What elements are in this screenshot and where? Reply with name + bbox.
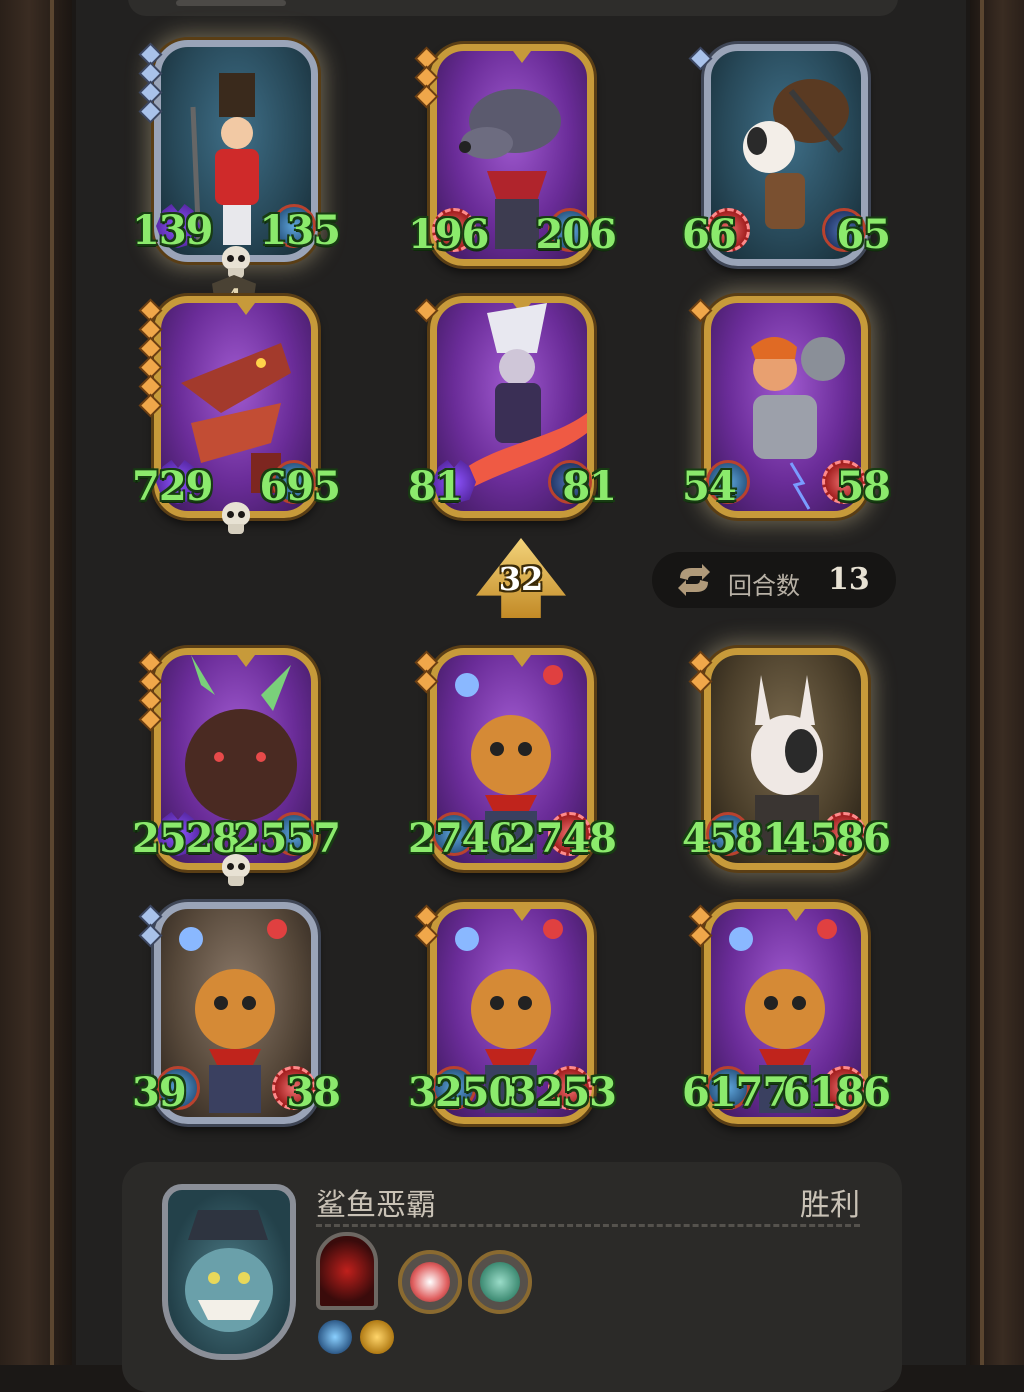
star-rank bbox=[141, 907, 160, 945]
health-value: 695 bbox=[259, 463, 341, 510]
star-rank bbox=[417, 49, 436, 106]
skull-icon bbox=[216, 852, 256, 892]
speed-value: 32 bbox=[498, 560, 544, 598]
totem-relic-icon[interactable] bbox=[468, 1250, 532, 1314]
sword-skill-icon[interactable] bbox=[318, 1320, 352, 1354]
minion-card-armored-brawler[interactable]: 54 58 bbox=[682, 290, 891, 522]
star-rank bbox=[691, 49, 710, 68]
star-rank bbox=[691, 907, 710, 945]
attack-value: 139 bbox=[132, 207, 213, 254]
gold-skill-icon[interactable] bbox=[360, 1320, 394, 1354]
health-value: 4586 bbox=[782, 815, 891, 862]
health-value: 206 bbox=[535, 211, 617, 258]
health-value: 38 bbox=[286, 1069, 341, 1116]
attack-value: 4581 bbox=[682, 815, 790, 862]
attack-value: 54 bbox=[682, 463, 737, 510]
left-border-frame bbox=[0, 0, 72, 1365]
attack-value: 6177 bbox=[682, 1069, 790, 1116]
health-value: 135 bbox=[259, 207, 341, 254]
attack-value: 39 bbox=[132, 1069, 187, 1116]
demon-pet-icon[interactable] bbox=[316, 1232, 378, 1310]
round-value: 13 bbox=[828, 562, 870, 597]
attack-value: 196 bbox=[408, 211, 489, 258]
shark-hero-avatar[interactable] bbox=[162, 1184, 296, 1360]
skull-icon bbox=[216, 500, 256, 540]
player-result-panel[interactable]: 鲨鱼恶霸 胜利 bbox=[122, 1162, 902, 1392]
star-rank bbox=[141, 301, 160, 415]
star-rank bbox=[417, 301, 436, 320]
minion-card-dog-miner[interactable]: 66 65 bbox=[682, 38, 891, 270]
minion-card-stitched-rabbit[interactable]: 4581 4586 bbox=[682, 642, 891, 874]
star-rank bbox=[417, 653, 436, 691]
minion-card-toy-soldier[interactable]: 139 135 bbox=[132, 34, 341, 278]
top-tab bbox=[128, 0, 898, 16]
star-rank bbox=[691, 301, 710, 320]
health-value: 58 bbox=[836, 463, 891, 510]
minion-card-raccoon-juggler[interactable]: 6177 6186 bbox=[682, 896, 891, 1128]
player-name: 鲨鱼恶霸 bbox=[316, 1189, 436, 1222]
health-value: 81 bbox=[562, 463, 617, 510]
minion-card-dragon[interactable]: 729 695 bbox=[132, 290, 341, 534]
right-border-frame bbox=[970, 0, 1024, 1365]
star-rank bbox=[691, 653, 710, 691]
star-rank bbox=[417, 907, 436, 945]
minion-card-raccoon-juggler[interactable]: 2746 2748 bbox=[408, 642, 617, 874]
health-value: 6186 bbox=[782, 1069, 891, 1116]
speed-indicator: 32 bbox=[476, 538, 566, 618]
health-value: 2748 bbox=[508, 815, 617, 862]
minion-card-boar[interactable]: 2528 2557 bbox=[132, 642, 341, 886]
star-rank bbox=[141, 45, 160, 121]
health-value: 3253 bbox=[508, 1069, 617, 1116]
attack-value: 2746 bbox=[408, 815, 516, 862]
round-label: 回合数 bbox=[728, 573, 800, 600]
divider bbox=[316, 1224, 860, 1227]
star-rank bbox=[141, 653, 160, 729]
health-value: 65 bbox=[836, 211, 891, 258]
minion-card-raccoon-juggler[interactable]: 3250 3253 bbox=[408, 896, 617, 1128]
minion-card-rat[interactable]: 196 206 bbox=[408, 38, 617, 270]
minion-card-raccoon-juggler[interactable]: 39 38 bbox=[132, 896, 341, 1128]
attack-value: 3250 bbox=[408, 1069, 516, 1116]
attack-value: 81 bbox=[408, 463, 463, 510]
attack-value: 729 bbox=[132, 463, 213, 510]
battle-result: 胜利 bbox=[800, 1189, 860, 1222]
mask-relic-icon[interactable] bbox=[398, 1250, 462, 1314]
minion-card-ninja[interactable]: 81 81 bbox=[408, 290, 617, 522]
cycle-arrows-icon bbox=[674, 564, 714, 596]
round-counter: 回合数 13 bbox=[652, 552, 896, 608]
attack-value: 66 bbox=[682, 211, 737, 258]
